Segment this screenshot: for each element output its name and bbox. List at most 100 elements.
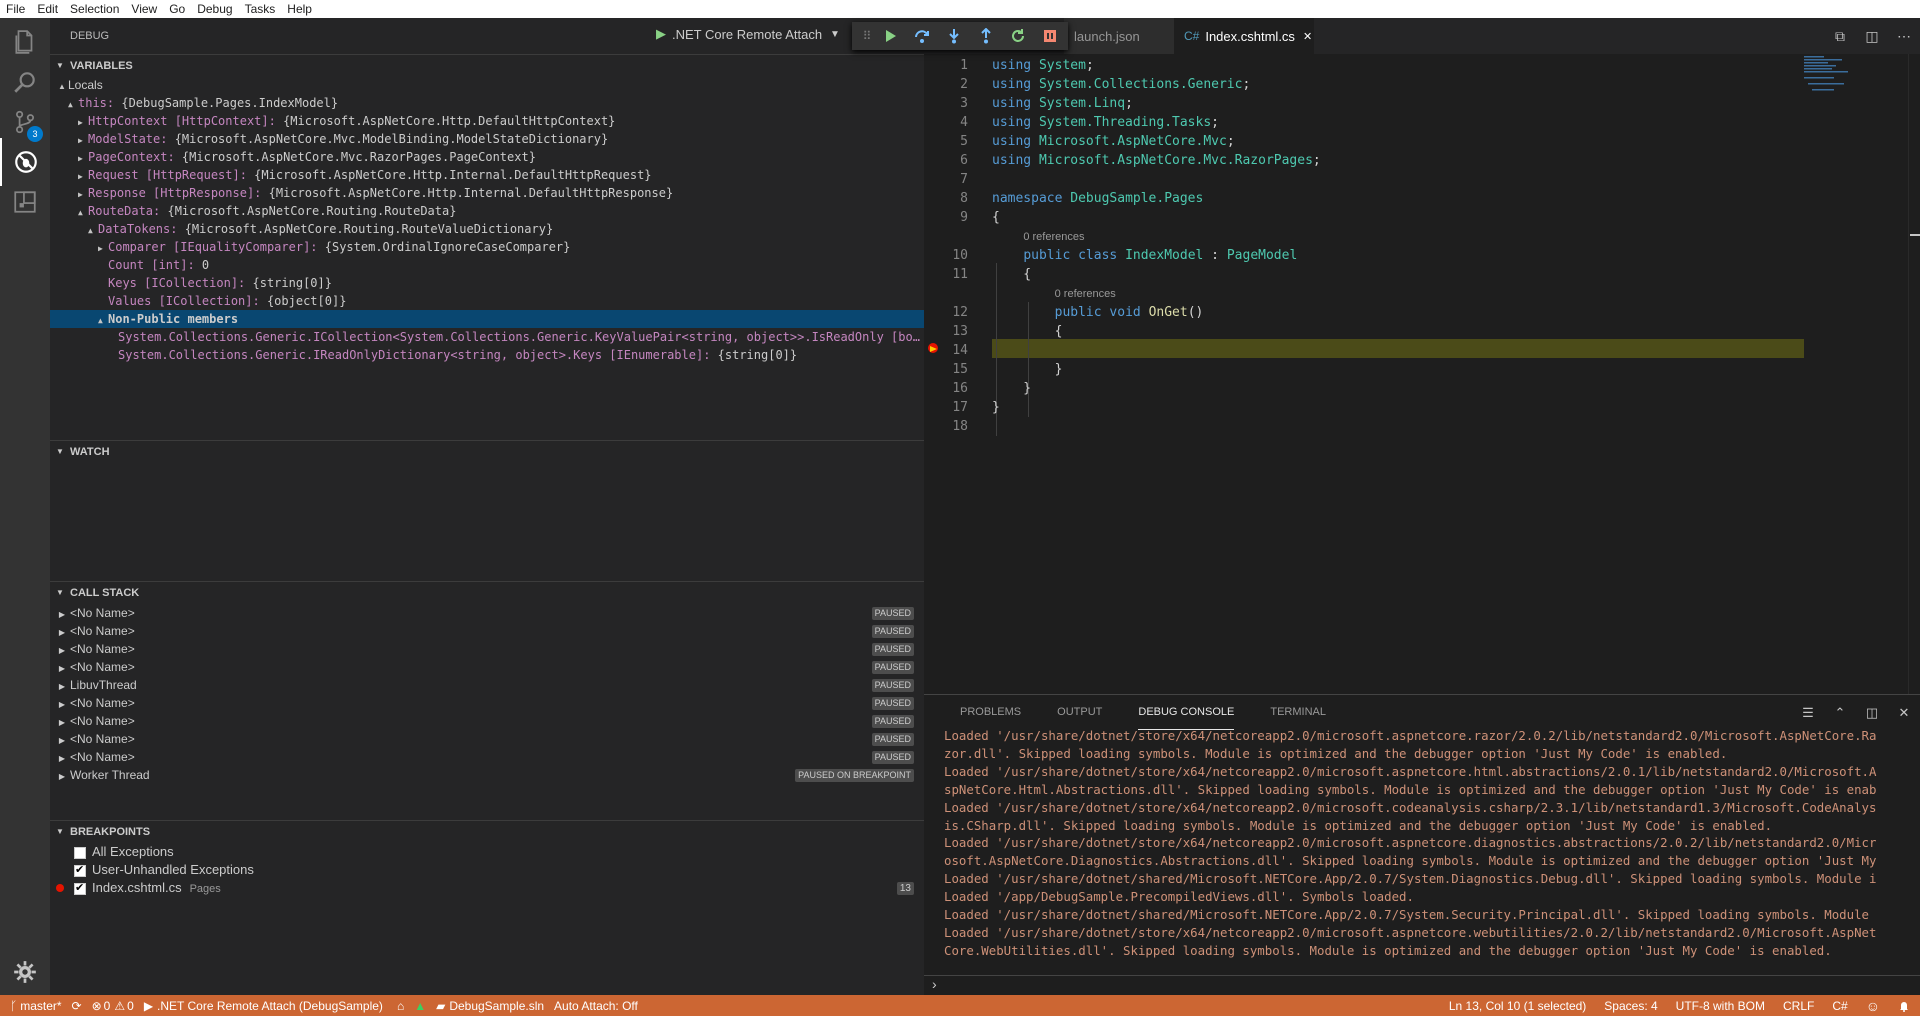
variable-row[interactable]: Values [ICollection]: {object[0]} <box>50 292 924 310</box>
callstack-thread[interactable]: ▶ <No Name> PAUSED <box>50 640 924 658</box>
drag-handle-icon[interactable]: ⠿ <box>860 22 874 50</box>
tab-output[interactable]: OUTPUT <box>1057 695 1102 730</box>
feedback-smiley-icon[interactable]: ☺ <box>1866 998 1880 1014</box>
breakpoint-checkbox[interactable] <box>74 846 86 859</box>
variable-row[interactable]: ▲ Locals <box>50 76 924 94</box>
maximize-panel-icon[interactable]: ⌃ <box>1824 705 1856 721</box>
variable-row[interactable]: System.Collections.Generic.IReadOnlyDict… <box>50 346 924 364</box>
encoding[interactable]: UTF-8 with BOM <box>1676 999 1765 1013</box>
expanded-icon[interactable]: ▲ <box>88 222 98 238</box>
breakpoint-checkbox[interactable] <box>74 861 86 879</box>
vertical-scrollbar[interactable] <box>1908 54 1920 694</box>
tab-debug-console[interactable]: DEBUG CONSOLE <box>1138 695 1235 730</box>
collapsed-icon[interactable]: ▶ <box>78 186 88 202</box>
collapsed-icon[interactable]: ▶ <box>78 114 88 130</box>
collapsed-icon[interactable]: ▶ <box>54 768 70 786</box>
tab-launch-json[interactable]: launch.json <box>1064 18 1174 54</box>
menu-item-go[interactable]: Go <box>163 2 191 16</box>
callstack-thread[interactable]: ▶ <No Name> PAUSED <box>50 658 924 676</box>
step-out-icon[interactable] <box>970 22 1002 50</box>
cursor-position[interactable]: Ln 13, Col 10 (1 selected) <box>1449 999 1586 1013</box>
callstack-thread[interactable]: ▶ <No Name> PAUSED <box>50 712 924 730</box>
menu-item-file[interactable]: File <box>0 2 31 16</box>
expanded-icon[interactable]: ▲ <box>58 78 68 94</box>
variable-row[interactable]: ▲ Non-Public members <box>50 310 924 328</box>
notifications-bell-icon[interactable] <box>1898 1000 1910 1012</box>
variable-row[interactable]: ▶ Request [HttpRequest]: {Microsoft.AspNe… <box>50 166 924 184</box>
toggle-panel-position-icon[interactable]: ◫ <box>1856 705 1888 721</box>
menu-item-edit[interactable]: Edit <box>31 2 64 16</box>
chevron-down-icon[interactable]: ▼ <box>830 29 840 40</box>
variable-row[interactable]: ▶ PageContext: {Microsoft.AspNetCore.Mvc.… <box>50 148 924 166</box>
breakpoint-checkbox[interactable] <box>74 879 86 897</box>
step-into-icon[interactable] <box>938 22 970 50</box>
debug-target[interactable]: ▶ .NET Core Remote Attach (DebugSample) <box>144 999 383 1013</box>
variable-row[interactable]: ▶ Response [HttpResponse]: {Microsoft.Asp… <box>50 184 924 202</box>
variable-row[interactable]: Count [int]: 0 <box>50 256 924 274</box>
breakpoints-section-header[interactable]: ▼ BREAKPOINTS <box>50 820 924 842</box>
minimap[interactable] <box>1802 54 1902 694</box>
launch-config-select[interactable]: ▶ .NET Core Remote Attach ▼ <box>656 26 840 42</box>
expanded-icon[interactable]: ▲ <box>78 204 88 220</box>
continue-icon[interactable] <box>874 22 906 50</box>
collapsed-icon[interactable]: ▶ <box>78 168 88 184</box>
breakpoint-item[interactable]: User-Unhandled Exceptions <box>50 861 924 879</box>
auto-attach[interactable]: Auto Attach: Off <box>554 999 638 1013</box>
tab-index-cshtml-cs[interactable]: C# Index.cshtml.cs ✕ <box>1174 18 1314 54</box>
clear-console-icon[interactable]: ☰ <box>1792 705 1824 721</box>
menu-item-tasks[interactable]: Tasks <box>239 2 282 16</box>
tab-terminal[interactable]: TERMINAL <box>1270 695 1326 730</box>
codelens-references[interactable]: 0 references <box>992 286 1116 301</box>
variables-section-header[interactable]: ▼ VARIABLES <box>50 54 924 76</box>
variable-row[interactable]: ▲ DataTokens: {Microsoft.AspNetCore.Routi… <box>50 220 924 238</box>
disconnect-icon[interactable] <box>1034 22 1066 50</box>
more-actions-icon[interactable]: ⋯ <box>1888 28 1920 45</box>
solution-selector[interactable]: ▰ DebugSample.sln <box>436 999 544 1013</box>
variable-row[interactable]: ▶ ModelState: {Microsoft.AspNetCore.Mvc.M… <box>50 130 924 148</box>
expanded-icon[interactable]: ▲ <box>68 96 78 112</box>
restart-icon[interactable] <box>1002 22 1034 50</box>
codelens-references[interactable]: 0 references <box>992 229 1084 244</box>
collapsed-icon[interactable]: ▶ <box>78 132 88 148</box>
callstack-thread[interactable]: ▶ LibuvThread PAUSED <box>50 676 924 694</box>
variable-row[interactable]: System.Collections.Generic.ICollection<S… <box>50 328 924 346</box>
indentation[interactable]: Spaces: 4 <box>1604 999 1657 1013</box>
callstack-thread[interactable]: ▶ <No Name> PAUSED <box>50 748 924 766</box>
sync-icon[interactable]: ⟳ <box>72 999 82 1013</box>
menu-item-view[interactable]: View <box>125 2 163 16</box>
collapsed-icon[interactable]: ▶ <box>78 150 88 166</box>
split-editor-icon[interactable]: ◫ <box>1856 28 1888 45</box>
variable-row[interactable]: ▶ Comparer [IEqualityComparer]: {System.O… <box>50 238 924 256</box>
line-ending[interactable]: CRLF <box>1783 999 1814 1013</box>
callstack-thread[interactable]: ▶ <No Name> PAUSED <box>50 622 924 640</box>
variable-row[interactable]: ▲ this: {DebugSample.Pages.IndexModel} <box>50 94 924 112</box>
step-over-icon[interactable] <box>906 22 938 50</box>
problems-summary[interactable]: ⊗ 0 ⚠ 0 <box>92 999 134 1013</box>
close-icon[interactable]: ✕ <box>1303 30 1312 43</box>
watch-section-header[interactable]: ▼ WATCH <box>50 440 924 462</box>
variable-row[interactable]: ▶ HttpContext [HttpContext]: {Microsoft.A… <box>50 112 924 130</box>
git-branch[interactable]: ᚴ master* <box>10 999 62 1013</box>
menu-item-debug[interactable]: Debug <box>191 2 238 16</box>
variable-row[interactable]: ▲ RouteData: {Microsoft.AspNetCore.Routin… <box>50 202 924 220</box>
language-mode[interactable]: C# <box>1832 999 1847 1013</box>
callstack-thread[interactable]: ▶ Worker Thread PAUSED ON BREAKPOINT <box>50 766 924 784</box>
home-icon[interactable]: ⌂ <box>397 999 404 1013</box>
collapsed-icon[interactable]: ▶ <box>98 240 108 256</box>
settings-gear-icon[interactable] <box>0 948 50 996</box>
debug-console-input[interactable]: › <box>924 975 1920 996</box>
variable-row[interactable]: Keys [ICollection]: {string[0]} <box>50 274 924 292</box>
tab-problems[interactable]: PROBLEMS <box>960 695 1021 730</box>
expanded-icon[interactable]: ▲ <box>98 312 108 328</box>
callstack-thread[interactable]: ▶ <No Name> PAUSED <box>50 604 924 622</box>
menu-item-help[interactable]: Help <box>281 2 318 16</box>
callstack-section-header[interactable]: ▼ CALL STACK <box>50 581 924 603</box>
tree-icon[interactable]: ▲ <box>414 999 426 1013</box>
start-debug-icon[interactable]: ▶ <box>656 26 666 42</box>
callstack-thread[interactable]: ▶ <No Name> PAUSED <box>50 730 924 748</box>
breakpoint-item[interactable]: All Exceptions <box>50 843 924 861</box>
close-panel-icon[interactable]: ✕ <box>1888 705 1920 721</box>
extensions-icon[interactable] <box>0 178 50 226</box>
breakpoint-item[interactable]: Index.cshtml.cs Pages 13 <box>50 879 924 897</box>
open-changes-icon[interactable]: ⧉ <box>1824 28 1856 45</box>
